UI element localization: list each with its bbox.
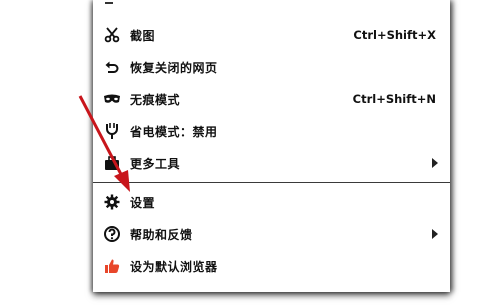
- thumbs-up-icon: [103, 257, 121, 275]
- menu-item-shortcut: Ctrl+Shift+N: [352, 92, 436, 106]
- power-plug-icon: [103, 122, 121, 140]
- menu-item-help-feedback[interactable]: 帮助和反馈: [93, 218, 450, 250]
- scissors-icon: [103, 26, 121, 44]
- question-circle-icon: [103, 225, 121, 243]
- menu-item-label: 更多工具: [130, 156, 181, 171]
- menu-item-restore-closed-page[interactable]: 恢复关闭的网页: [93, 51, 450, 83]
- menu-item-settings[interactable]: 设置: [93, 186, 450, 218]
- menu-item-label: 设置: [130, 195, 156, 210]
- menu-item-label: 恢复关闭的网页: [130, 60, 218, 75]
- menu-divider: [93, 182, 450, 183]
- submenu-arrow-icon: [432, 229, 438, 239]
- menu-item-screenshot[interactable]: 截图 Ctrl+Shift+X: [93, 19, 450, 51]
- menu-item-incognito[interactable]: 无痕模式 Ctrl+Shift+N: [93, 83, 450, 115]
- menu-item-label: 帮助和反馈: [130, 227, 193, 242]
- toolbox-icon: [103, 154, 121, 172]
- gear-icon: [103, 193, 121, 211]
- menu-item-label: 省电模式：禁用: [130, 124, 218, 139]
- menu-item-more-tools[interactable]: 更多工具: [93, 147, 450, 179]
- menu-item-shortcut: Ctrl+Shift+X: [353, 28, 436, 42]
- screenshot-stage: 截图 Ctrl+Shift+X 恢复关闭的网页 无痕模式 Ctrl+Shift+…: [0, 0, 500, 307]
- incognito-mask-icon: [103, 90, 121, 108]
- menu-item-label: 无痕模式: [130, 92, 181, 107]
- menu-item-label: 截图: [130, 28, 156, 43]
- menu-item-label: 设为默认浏览器: [130, 259, 218, 274]
- undo-icon: [103, 58, 121, 76]
- browser-main-menu: 截图 Ctrl+Shift+X 恢复关闭的网页 无痕模式 Ctrl+Shift+…: [93, 0, 450, 292]
- menu-item-power-saving[interactable]: 省电模式：禁用: [93, 115, 450, 147]
- submenu-arrow-icon: [432, 158, 438, 168]
- menu-item-set-default-browser[interactable]: 设为默认浏览器: [93, 250, 450, 282]
- menu-top-cutoff-icon: [105, 2, 113, 6]
